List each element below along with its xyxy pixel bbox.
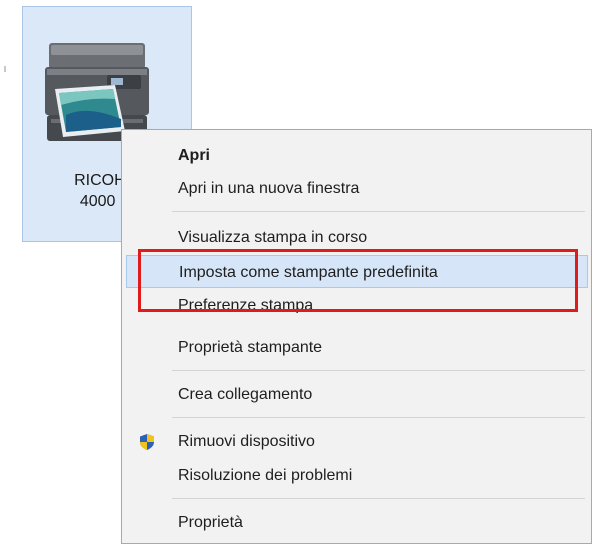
shield-icon xyxy=(140,434,154,450)
red-highlight-box xyxy=(138,249,578,312)
edge-mark xyxy=(4,66,6,72)
menu-item-troubleshoot[interactable]: Risoluzione dei problemi xyxy=(126,459,588,492)
context-menu: Apri Apri in una nuova finestra Visualiz… xyxy=(121,129,592,544)
menu-item-remove-device[interactable]: Rimuovi dispositivo xyxy=(126,425,588,458)
menu-separator xyxy=(172,417,585,418)
menu-item-open[interactable]: Apri xyxy=(126,139,588,172)
menu-separator xyxy=(172,498,585,499)
menu-item-create-shortcut[interactable]: Crea collegamento xyxy=(126,378,588,411)
menu-item-properties[interactable]: Proprietà xyxy=(126,506,588,539)
menu-separator xyxy=(172,370,585,371)
menu-item-remove-device-label: Rimuovi dispositivo xyxy=(178,433,315,450)
menu-item-open-new-window[interactable]: Apri in una nuova finestra xyxy=(126,172,588,205)
menu-separator xyxy=(172,211,585,212)
menu-item-printer-properties[interactable]: Proprietà stampante xyxy=(126,331,588,364)
